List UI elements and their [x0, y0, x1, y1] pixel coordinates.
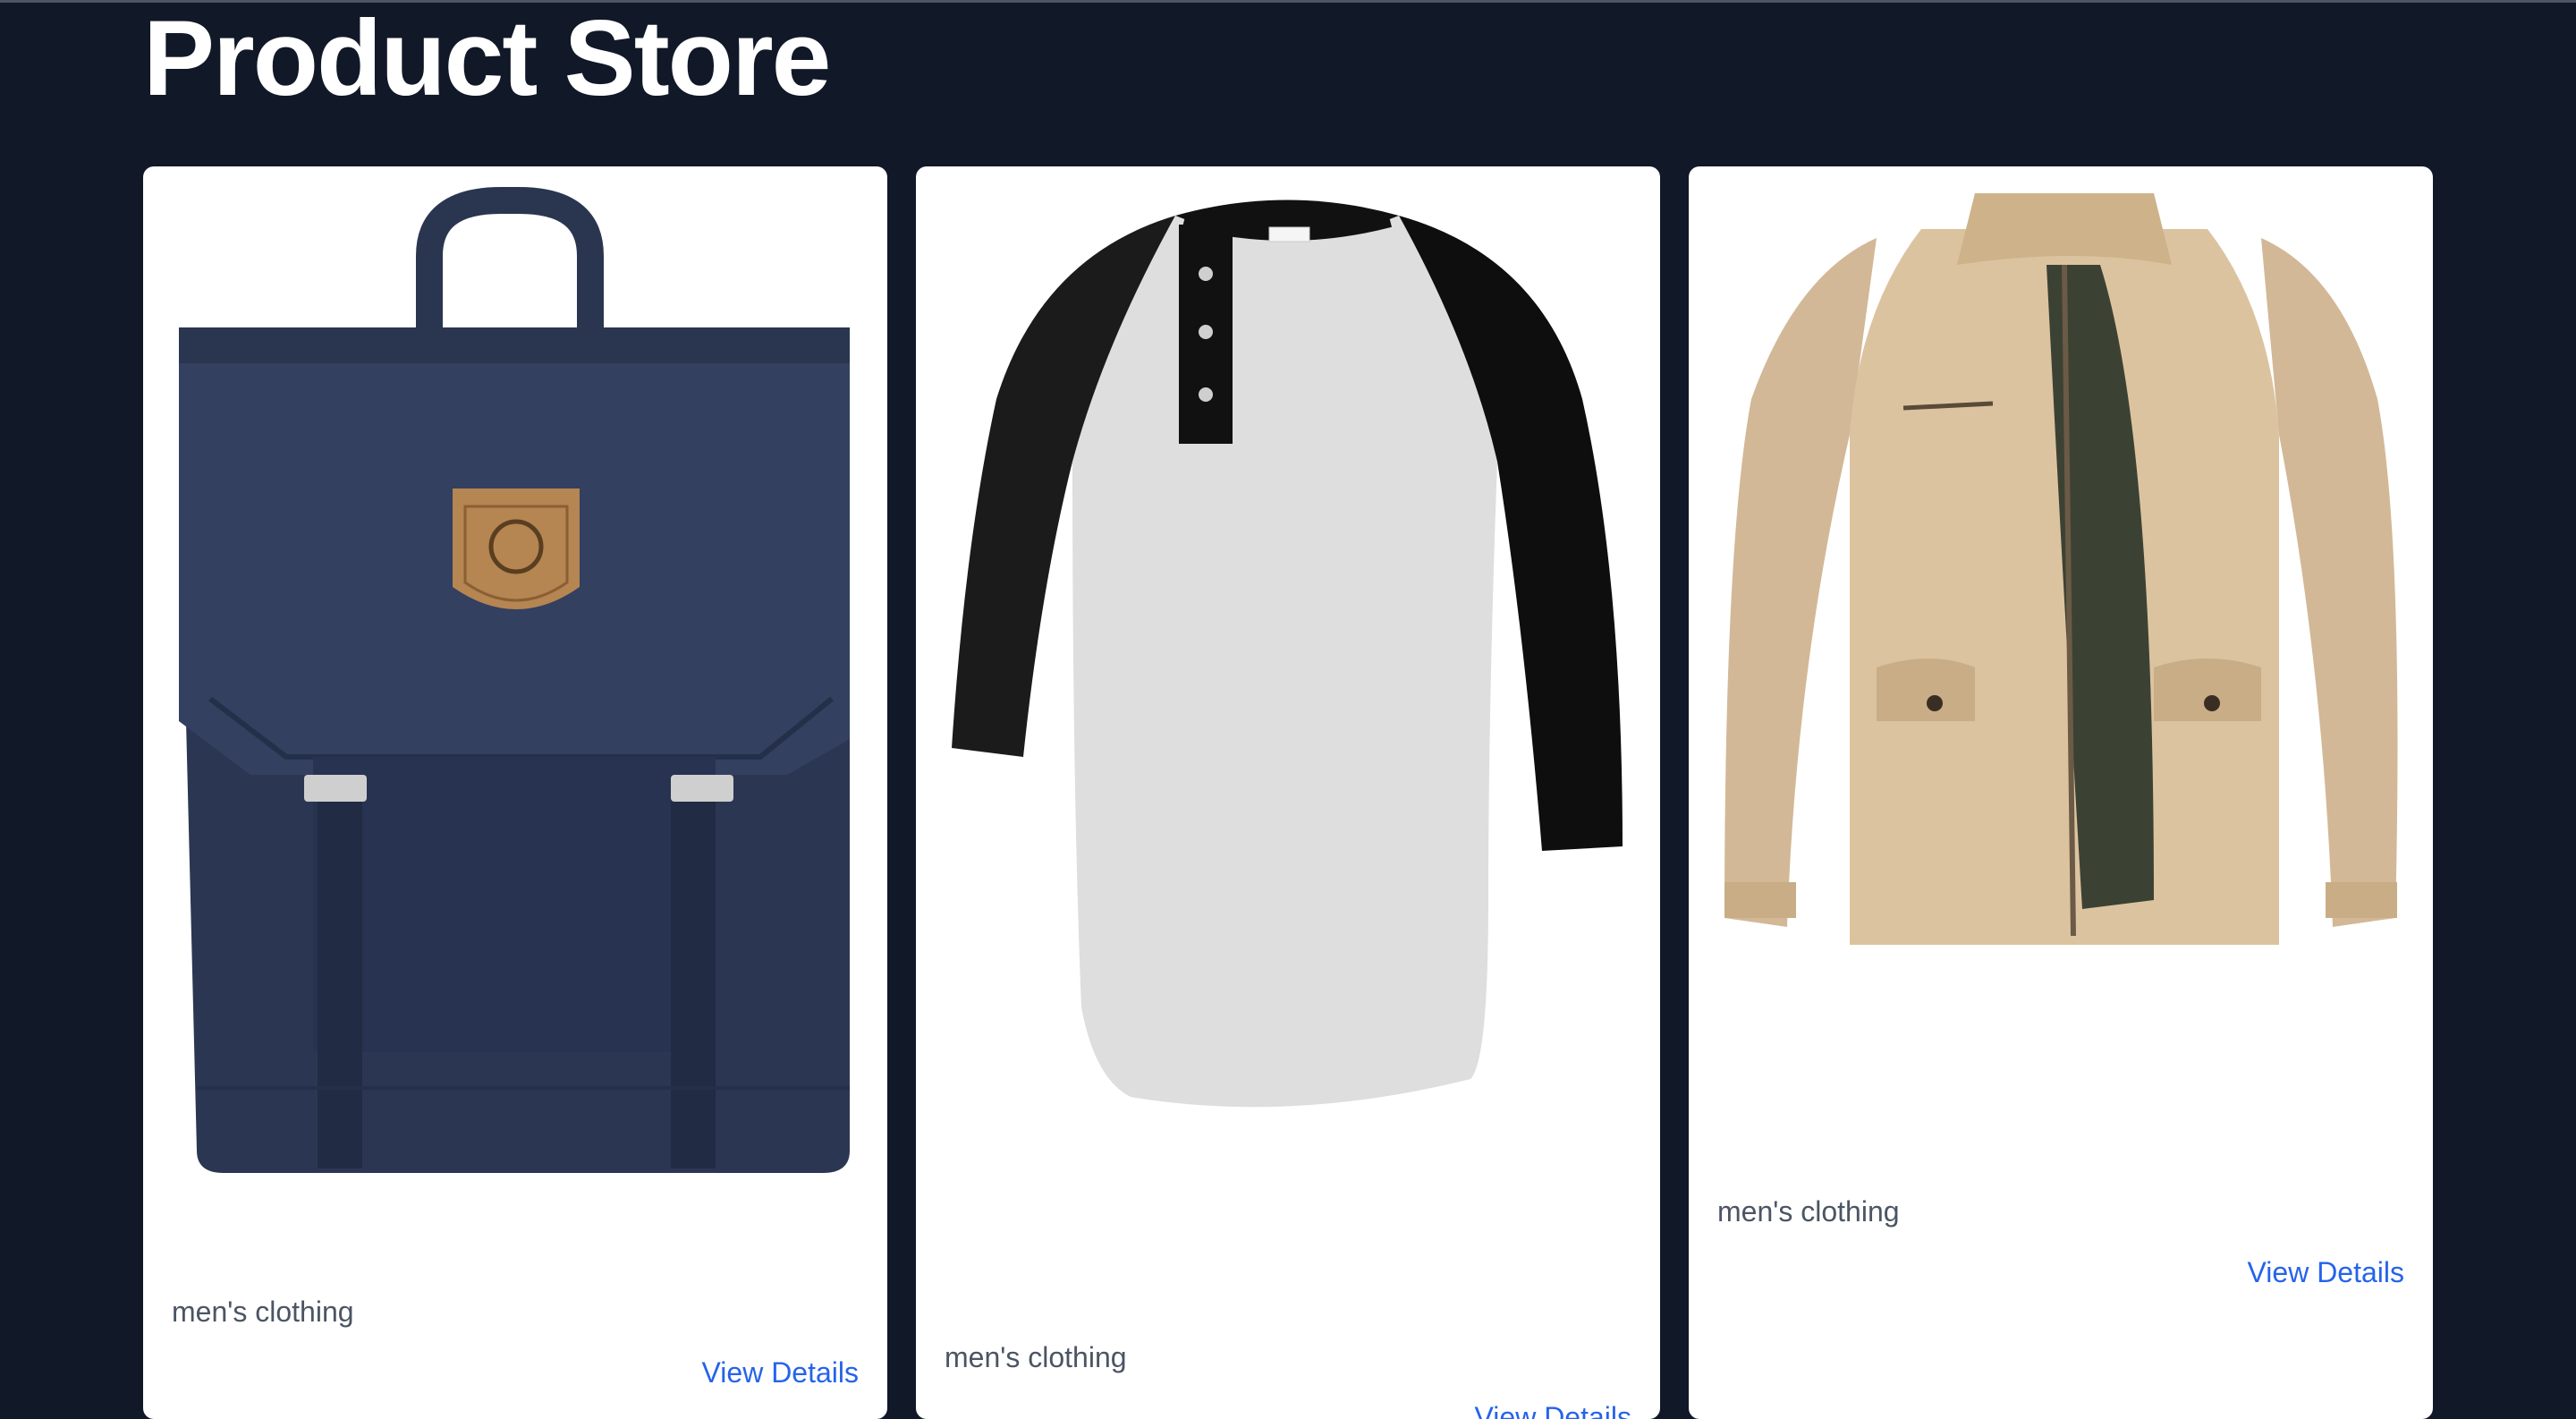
view-details-link[interactable]: View Details — [702, 1356, 859, 1389]
product-card[interactable]: men's clothing View Details — [1689, 166, 2433, 1419]
page-title: Product Store — [143, 0, 831, 118]
product-category: men's clothing — [945, 1341, 1127, 1373]
product-card[interactable]: men's clothing View Details — [916, 166, 1660, 1419]
view-details-link[interactable]: View Details — [1475, 1401, 1631, 1419]
product-image[interactable] — [916, 166, 1660, 1115]
product-card[interactable]: men's clothing View Details — [143, 166, 887, 1419]
view-details-link[interactable]: View Details — [2248, 1256, 2404, 1289]
product-image[interactable] — [143, 166, 887, 1195]
product-category: men's clothing — [172, 1296, 354, 1328]
product-image[interactable] — [1689, 166, 2433, 972]
product-category: men's clothing — [1717, 1195, 1900, 1228]
